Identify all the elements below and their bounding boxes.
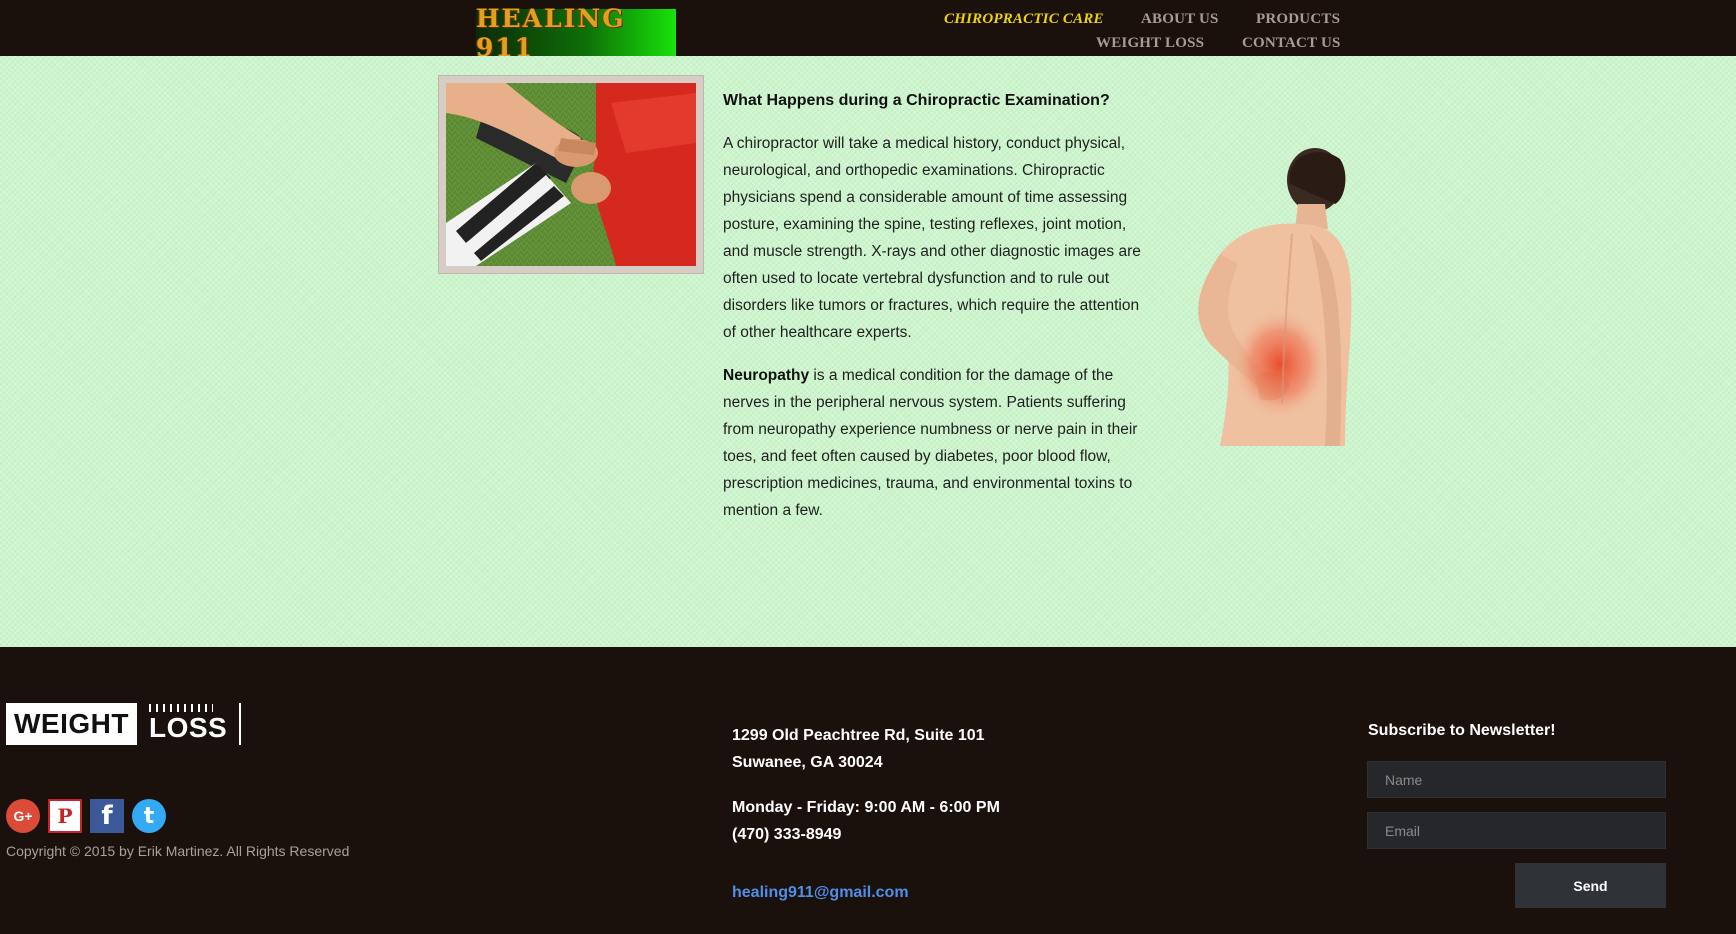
copyright-text: Copyright © 2015 by Erik Martinez. All R… <box>6 843 350 859</box>
site-footer: WEIGHT LOSS G+ P f t Copyright © 2015 by… <box>0 647 1736 934</box>
newsletter-email-input[interactable] <box>1367 812 1666 849</box>
twitter-icon[interactable]: t <box>132 799 166 833</box>
nav-weight-loss[interactable]: WEIGHT LOSS <box>1096 35 1204 52</box>
neuropathy-description: is a medical condition for the damage of… <box>723 367 1138 519</box>
article-paragraph-1: A chiropractor will take a medical histo… <box>723 135 1141 341</box>
article-paragraph-2: Neuropathy is a medical condition for th… <box>723 362 1143 524</box>
newsletter-title: Subscribe to Newsletter! <box>1368 722 1556 739</box>
logo-text: HEALING 911 <box>476 3 626 62</box>
nav-about-us[interactable]: ABOUT US <box>1141 11 1219 28</box>
knee-injury-photo-frame <box>438 75 704 274</box>
newsletter-send-button[interactable]: Send <box>1515 863 1666 908</box>
google-plus-icon[interactable]: G+ <box>6 799 40 833</box>
hours-block: Monday - Friday: 9:00 AM - 6:00 PM (470)… <box>732 794 1000 848</box>
address-line-2: Suwanee, GA 30024 <box>732 754 883 771</box>
knee-injury-photo <box>446 83 696 266</box>
weight-loss-logo[interactable]: WEIGHT LOSS <box>6 703 242 745</box>
site-header: HEALING 911 CHIROPRACTIC CARE ABOUT US P… <box>0 0 1736 62</box>
ruler-icon <box>149 704 213 712</box>
weight-loss-logo-loss-text: LOSS <box>149 712 228 743</box>
pinterest-icon[interactable]: P <box>48 799 82 833</box>
main-content: What Happens during a Chiropractic Exami… <box>0 56 1736 647</box>
healing-911-logo[interactable]: HEALING 911 <box>476 4 676 62</box>
weight-loss-logo-word1: WEIGHT <box>6 703 137 745</box>
back-pain-figure-image <box>1160 144 1380 446</box>
facebook-icon[interactable]: f <box>90 799 124 833</box>
pinterest-glyph: P <box>57 804 73 828</box>
address-block: 1299 Old Peachtree Rd, Suite 101 Suwanee… <box>732 722 985 776</box>
nav-chiropractic-care[interactable]: CHIROPRACTIC CARE <box>944 11 1104 28</box>
article-heading: What Happens during a Chiropractic Exami… <box>723 92 1110 109</box>
nav-products[interactable]: PRODUCTS <box>1256 11 1340 28</box>
phone-number: (470) 333-8949 <box>732 826 842 843</box>
logo-divider <box>239 703 242 745</box>
weight-loss-logo-word2: LOSS <box>149 704 227 744</box>
article: What Happens during a Chiropractic Exami… <box>723 90 1143 540</box>
office-hours: Monday - Friday: 9:00 AM - 6:00 PM <box>732 799 1000 816</box>
social-links: G+ P f t <box>6 799 166 833</box>
newsletter-name-input[interactable] <box>1367 761 1666 798</box>
email-link[interactable]: healing911@gmail.com <box>732 884 909 902</box>
nav-contact-us[interactable]: CONTACT US <box>1242 35 1341 52</box>
address-line-1: 1299 Old Peachtree Rd, Suite 101 <box>732 727 985 744</box>
neuropathy-term: Neuropathy <box>723 367 810 384</box>
